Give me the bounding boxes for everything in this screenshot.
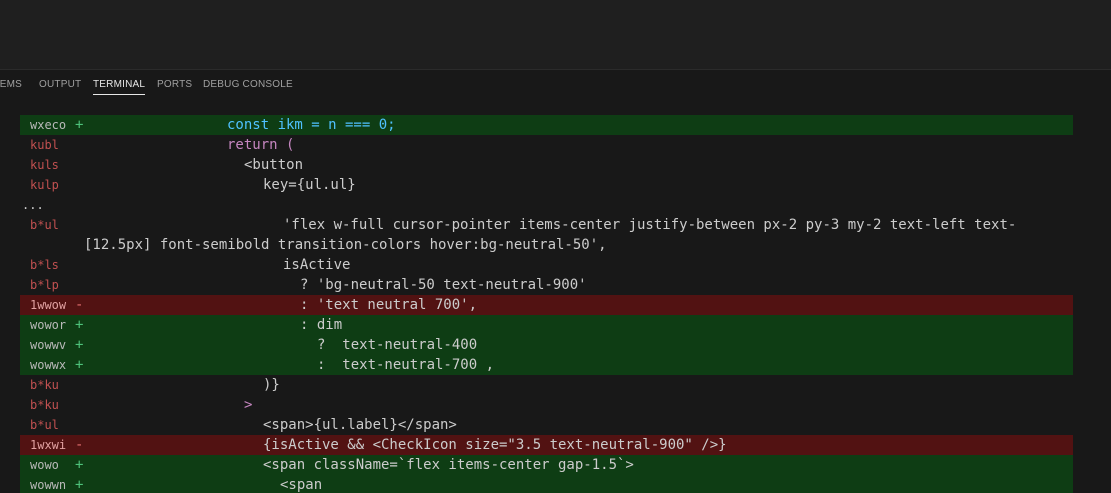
- diff-sign: -: [75, 297, 84, 313]
- code-text: ? 'bg-neutral-50 text-neutral-900': [300, 277, 587, 293]
- code-text: : dim: [300, 317, 343, 333]
- code-text: <span>{ul.label}</span>: [263, 417, 457, 433]
- line-number: b*ls: [30, 258, 59, 272]
- line-number: kubl: [30, 138, 59, 152]
- code-text: <button: [244, 157, 304, 173]
- diff-line-added: wowwn + <span: [20, 475, 1073, 493]
- code-text: : text-neutral-700 ,: [317, 357, 495, 373]
- code-text: ? text-neutral-400: [317, 337, 478, 353]
- tab-debug-console[interactable]: DEBUG CONSOLE: [203, 79, 293, 90]
- line-number: b*ul: [30, 418, 59, 432]
- diff-line-context: b*ku >: [20, 395, 1073, 415]
- diff-sign: +: [75, 457, 84, 473]
- code-text: >: [244, 397, 253, 413]
- code-text: return (: [227, 137, 295, 153]
- diff-line-added: wowwv + ? text-neutral-400: [20, 335, 1073, 355]
- line-number: wowwn: [30, 478, 67, 492]
- diff-line-context: b*ul <span>{ul.label}</span>: [20, 415, 1073, 435]
- diff-line-removed: 1wwow - : 'text neutral 700',: [20, 295, 1073, 315]
- line-number: wowwv: [30, 338, 67, 352]
- code-text: [12.5px] font-semibold transition-colors…: [84, 237, 607, 253]
- line-number: 1wxwi: [30, 438, 67, 452]
- bottom-panel: LEMS OUTPUT TERMINAL PORTS DEBUG CONSOLE…: [0, 70, 1111, 493]
- diff-line-added: wowo + <span className=`flex items-cente…: [20, 455, 1073, 475]
- code-text: <span: [280, 477, 323, 493]
- diff-line-wrap: [12.5px] font-semibold transition-colors…: [20, 235, 1073, 255]
- tab-problems[interactable]: LEMS: [0, 79, 22, 90]
- diff-line-context: b*lp ? 'bg-neutral-50 text-neutral-900': [20, 275, 1073, 295]
- line-number: wowwx: [30, 358, 67, 372]
- line-number: wxeco: [30, 118, 67, 132]
- diff-line-added: wxeco + const ikm = n === 0;: [20, 115, 1073, 135]
- diff-line-context: kuls <button: [20, 155, 1073, 175]
- line-number: wowo: [30, 458, 59, 472]
- tab-ports[interactable]: PORTS: [157, 79, 192, 90]
- line-number: wowor: [30, 318, 67, 332]
- code-text: : 'text neutral 700',: [300, 297, 478, 313]
- tab-terminal[interactable]: TERMINAL: [93, 79, 146, 95]
- code-text: 'flex w-full cursor-pointer items-center…: [283, 217, 1017, 233]
- terminal-output[interactable]: wxeco + const ikm = n === 0; kubl return…: [20, 115, 1073, 493]
- line-number: b*ku: [30, 398, 59, 412]
- panel-tab-bar: LEMS OUTPUT TERMINAL PORTS DEBUG CONSOLE: [0, 70, 1111, 100]
- code-text: <span className=`flex items-center gap-1…: [263, 457, 634, 473]
- diff-line-added: wowwx + : text-neutral-700 ,: [20, 355, 1073, 375]
- tab-output[interactable]: OUTPUT: [39, 79, 81, 90]
- diff-sign: -: [75, 437, 84, 453]
- line-number: b*ku: [30, 378, 59, 392]
- diff-sign: +: [75, 337, 84, 353]
- diff-line-context: kulp key={ul.ul}: [20, 175, 1073, 195]
- diff-line-context: b*ul 'flex w-full cursor-pointer items-c…: [20, 215, 1073, 235]
- code-text: )}: [263, 377, 280, 393]
- diff-sign: +: [75, 117, 84, 133]
- diff-ellipsis: ...: [20, 195, 1073, 215]
- diff-sign: +: [75, 357, 84, 373]
- diff-sign: +: [75, 317, 84, 333]
- line-number: kulp: [30, 178, 59, 192]
- ellipsis-text: ...: [22, 198, 44, 212]
- code-text: {isActive && <CheckIcon size="3.5 text-n…: [263, 437, 727, 453]
- diff-sign: +: [75, 477, 84, 493]
- line-number: kuls: [30, 158, 59, 172]
- diff-line-context: b*ku )}: [20, 375, 1073, 395]
- diff-line-added: wowor + : dim: [20, 315, 1073, 335]
- line-number: b*ul: [30, 218, 59, 232]
- diff-line-context: kubl return (: [20, 135, 1073, 155]
- code-text: isActive: [283, 257, 351, 273]
- code-text: const ikm = n === 0;: [227, 117, 396, 133]
- editor-area: [0, 0, 1111, 70]
- code-text: key={ul.ul}: [263, 177, 356, 193]
- line-number: b*lp: [30, 278, 59, 292]
- diff-line-removed: 1wxwi - {isActive && <CheckIcon size="3.…: [20, 435, 1073, 455]
- line-number: 1wwow: [30, 298, 67, 312]
- diff-line-context: b*ls isActive: [20, 255, 1073, 275]
